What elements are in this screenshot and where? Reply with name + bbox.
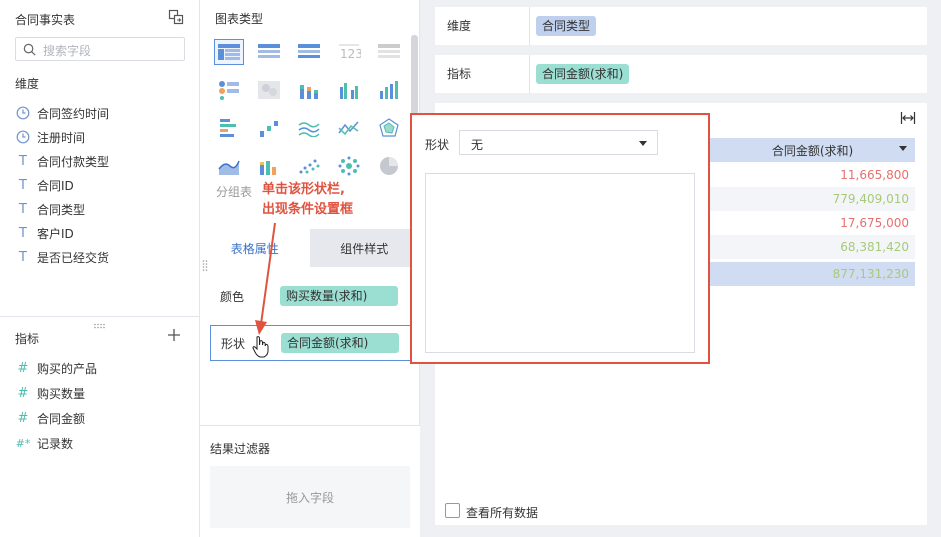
dimension-field[interactable]: T 合同ID (15, 175, 74, 195)
popup-shape-label: 形状 (425, 138, 450, 152)
tab-component-style[interactable]: 组件样式 (309, 229, 419, 267)
dimension-bar-label: 维度 (435, 7, 530, 45)
measure-drop-bar[interactable]: 指标 合同金额(求和) (435, 55, 927, 93)
bar-chart-icon[interactable] (214, 115, 244, 141)
text-type-icon: T (19, 177, 27, 193)
shape-field-pill[interactable]: 合同金额(求和) (281, 333, 399, 353)
color-property-row[interactable]: 颜色 购买数量(求和) (210, 278, 410, 314)
record-count-icon: #* (15, 436, 31, 450)
table-cell: 68,381,420 (710, 235, 915, 259)
column-header[interactable]: 合同金额(求和) (710, 138, 915, 162)
bubble-chart-icon[interactable] (334, 153, 364, 179)
chevron-down-icon (639, 141, 647, 146)
shape-select[interactable]: 无 (459, 130, 658, 155)
field-search-input[interactable]: 搜索字段 (15, 37, 185, 61)
polyline-chart-icon[interactable] (334, 115, 364, 141)
shape-select-value: 无 (471, 138, 484, 152)
measure-bar-label: 指标 (435, 55, 530, 93)
search-placeholder: 搜索字段 (43, 44, 92, 58)
waterfall-chart-icon[interactable] (254, 115, 284, 141)
chart-type-label: 图表类型 (215, 12, 264, 26)
resize-handle[interactable] (202, 259, 208, 273)
dot-matrix-chart-icon[interactable] (214, 77, 244, 103)
measure-field[interactable]: #* 记录数 (15, 433, 73, 453)
show-all-data-label: 查看所有数据 (466, 506, 539, 520)
property-tabs: 表格属性 组件样式 (200, 229, 419, 267)
measure-field-pill[interactable]: 合同金额(求和) (536, 64, 630, 84)
measure-field[interactable]: # 购买数量 (15, 383, 85, 403)
detail-table-chart-icon[interactable] (254, 39, 284, 65)
stacked-column-chart-icon[interactable] (294, 77, 324, 103)
column-chart-icon[interactable] (374, 77, 404, 103)
sort-dropdown-icon[interactable] (899, 146, 907, 151)
table-cell: 779,409,010 (710, 187, 915, 211)
add-measure-icon[interactable] (167, 328, 181, 342)
measure-field[interactable]: # 合同金额 (15, 408, 85, 428)
fit-width-icon[interactable] (900, 111, 916, 125)
result-filter-label: 结果过滤器 (210, 442, 271, 456)
line-chart-icon[interactable] (294, 115, 324, 141)
scatter-chart-icon[interactable] (294, 153, 324, 179)
dimension-field[interactable]: 合同签约时间 (15, 103, 109, 123)
chart-type-scrollbar[interactable] (411, 35, 418, 125)
dimension-field[interactable]: T 是否已经交货 (15, 247, 109, 267)
dimension-field[interactable]: T 合同类型 (15, 199, 85, 219)
filter-drop-zone[interactable]: 拖入字段 (210, 466, 410, 528)
table-cell: 11,665,800 (710, 163, 915, 187)
table-cell: 17,675,000 (710, 211, 915, 235)
dataset-title: 合同事实表 (15, 13, 76, 27)
pie-chart-icon[interactable] (374, 153, 404, 179)
search-icon (23, 43, 36, 56)
drop-hint: 拖入字段 (285, 490, 334, 505)
area-chart-icon[interactable] (214, 153, 244, 179)
text-type-icon: T (19, 225, 27, 241)
dimension-field-pill[interactable]: 合同类型 (536, 16, 597, 36)
number-type-icon: # (17, 410, 29, 426)
resize-handle[interactable] (93, 318, 107, 329)
dimension-drop-bar[interactable]: 维度 合同类型 (435, 7, 927, 45)
cross-table-chart-icon[interactable] (294, 39, 324, 65)
annotation-arrow-icon (255, 222, 276, 335)
text-type-icon: T (19, 249, 27, 265)
table-total-cell: 877,131,230 (710, 262, 915, 286)
radar-chart-icon[interactable] (374, 115, 404, 141)
number-type-icon: # (17, 385, 29, 401)
annotation-text: 单击该形状栏, 出现条件设置框 (262, 182, 354, 217)
text-type-icon: T (19, 201, 27, 217)
dimension-field[interactable]: T 合同付款类型 (15, 151, 109, 171)
shape-condition-box[interactable] (425, 173, 695, 353)
svg-text:123: 123 (340, 47, 361, 61)
hand-cursor-icon (252, 336, 269, 358)
chart-type-name: 分组表 (216, 185, 253, 199)
clock-icon (15, 105, 31, 121)
switch-dataset-icon[interactable] (168, 9, 184, 25)
number-type-icon: # (17, 360, 29, 376)
section-divider (0, 316, 200, 317)
measure-section-label: 指标 (15, 332, 40, 346)
color-field-pill[interactable]: 购买数量(求和) (280, 286, 398, 306)
clock-icon (15, 129, 31, 145)
grouped-column-chart-icon[interactable] (334, 77, 364, 103)
kpi-card-chart-icon[interactable]: 123 (334, 39, 364, 65)
dimension-section-label: 维度 (15, 77, 40, 91)
measure-field[interactable]: # 购买的产品 (15, 358, 97, 378)
group-table-chart-icon[interactable] (214, 39, 244, 65)
heatmap-chart-icon[interactable] (254, 77, 284, 103)
text-type-icon: T (19, 153, 27, 169)
dimension-field[interactable]: T 客户ID (15, 223, 74, 243)
column-header-label: 合同金额(求和) (771, 143, 854, 158)
shape-property-row[interactable]: 形状 合同金额(求和) (210, 325, 410, 361)
show-all-data-checkbox[interactable] (445, 503, 460, 518)
text-chart-icon[interactable] (374, 39, 404, 65)
dimension-field[interactable]: 注册时间 (15, 127, 85, 147)
combo-chart-icon[interactable] (254, 153, 284, 179)
